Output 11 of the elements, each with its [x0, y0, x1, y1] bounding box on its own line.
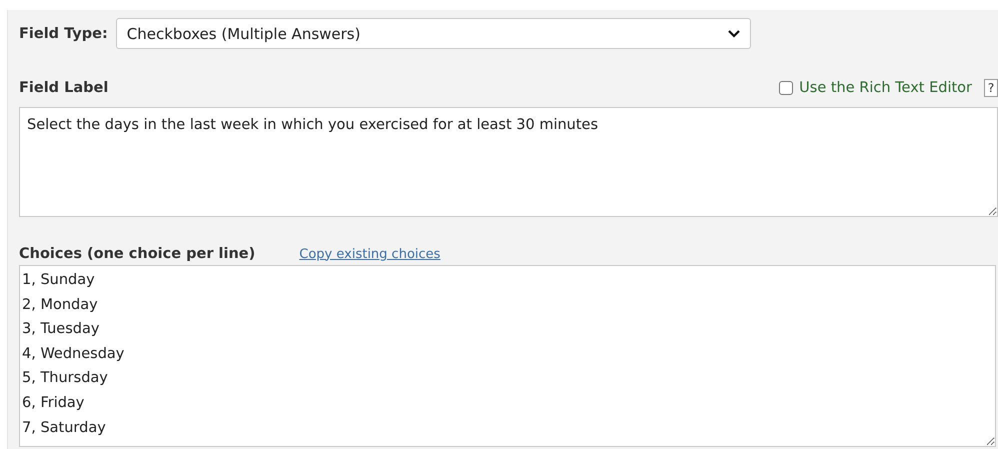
field-label-input[interactable]: Select the days in the last week in which you exercised for at least 30 minutes [19, 107, 998, 217]
field-type-dropdown[interactable]: Checkboxes (Multiple Answers) [116, 18, 751, 49]
field-label-heading: Field Label [19, 80, 108, 96]
field-type-label: Field Type: [19, 26, 108, 42]
help-button[interactable]: ? [984, 79, 998, 97]
choices-heading: Choices (one choice per line) [19, 246, 256, 262]
choices-input[interactable]: 1, Sunday 2, Monday 3, Tuesday 4, Wednesday 5, Thursday 6, Friday 7, Saturday [19, 265, 996, 447]
chevron-down-icon [728, 30, 740, 38]
rich-text-label: Use the Rich Text Editor [799, 80, 972, 96]
rich-text-checkbox[interactable] [779, 81, 794, 95]
copy-choices-link[interactable]: Copy existing choices [299, 246, 440, 262]
